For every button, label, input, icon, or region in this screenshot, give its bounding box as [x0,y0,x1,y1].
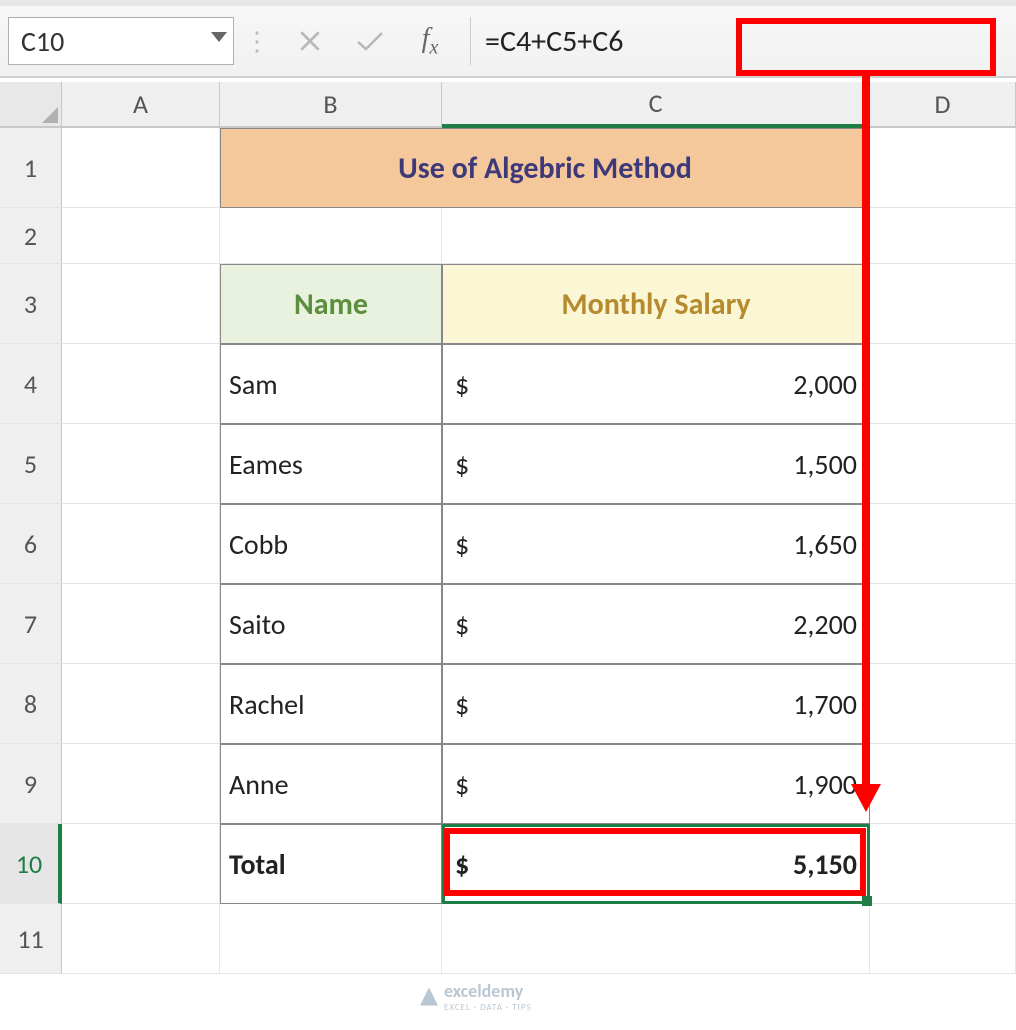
cell-salary-4[interactable]: $1,700 [442,664,870,744]
cell-total-label[interactable]: Total [220,824,442,904]
header-salary[interactable]: Monthly Salary [442,264,870,344]
fx-button[interactable]: fx [400,17,460,65]
arrow-line [862,70,870,786]
select-all-corner[interactable] [0,82,62,126]
row-header-4[interactable]: 4 [0,344,62,424]
cell-D3[interactable] [870,264,1016,344]
cells-area: Use of Algebric Method Name Monthly Sala… [62,128,1016,974]
formula-text: =C4+C5+C6 [485,23,623,60]
currency-symbol: $ [451,367,469,402]
cell-salary-2[interactable]: $1,650 [442,504,870,584]
row-header-5[interactable]: 5 [0,424,62,504]
cell-A5[interactable] [62,424,220,504]
cell-A11[interactable] [62,904,220,974]
cell-name-1[interactable]: Eames [220,424,442,504]
name-box-value: C10 [21,24,64,59]
formula-highlight-box [736,18,996,76]
merged-title-cell[interactable]: Use of Algebric Method [220,128,870,208]
header-name[interactable]: Name [220,264,442,344]
row-header-10[interactable]: 10 [0,824,62,904]
cell-A4[interactable] [62,344,220,424]
salary-value: 1,650 [793,527,861,562]
cancel-button[interactable] [280,17,340,65]
watermark: exceldemy EXCEL · DATA · TIPS [420,980,532,1013]
cell-A2[interactable] [62,208,220,264]
cell-A8[interactable] [62,664,220,744]
total-value: 5,150 [793,847,861,882]
formula-bar-area: C10 ⋮ fx =C4+C5+C6 [0,0,1016,78]
cell-A10[interactable] [62,824,220,904]
cell-D10[interactable] [870,824,1016,904]
cell-name-0[interactable]: Sam [220,344,442,424]
cell-A1[interactable] [62,128,220,208]
cell-A7[interactable] [62,584,220,664]
check-icon [354,28,386,54]
salary-value: 1,500 [793,447,861,482]
cell-D5[interactable] [870,424,1016,504]
row-header-9[interactable]: 9 [0,744,62,824]
cell-A3[interactable] [62,264,220,344]
currency-symbol: $ [451,607,469,642]
currency-symbol: $ [451,447,469,482]
cell-salary-3[interactable]: $2,200 [442,584,870,664]
row-header-8[interactable]: 8 [0,664,62,744]
watermark-icon [420,988,438,1006]
fx-icon: fx [422,23,439,60]
currency-symbol: $ [451,527,469,562]
row-header-7[interactable]: 7 [0,584,62,664]
row-header-2[interactable]: 2 [0,208,62,264]
salary-value: 2,000 [793,367,861,402]
cell-A9[interactable] [62,744,220,824]
row-header-1[interactable]: 1 [0,128,62,208]
salary-value: 2,200 [793,607,861,642]
cell-C2[interactable] [442,208,870,264]
cell-B2[interactable] [220,208,442,264]
x-icon [297,28,323,54]
cell-D11[interactable] [870,904,1016,974]
cell-salary-1[interactable]: $1,500 [442,424,870,504]
row-header-3[interactable]: 3 [0,264,62,344]
col-header-B[interactable]: B [220,82,442,126]
enter-button[interactable] [340,17,400,65]
cell-name-5[interactable]: Anne [220,744,442,824]
cell-D8[interactable] [870,664,1016,744]
cell-D1[interactable] [870,128,1016,208]
cell-D9[interactable] [870,744,1016,824]
watermark-sub: EXCEL · DATA · TIPS [444,1002,532,1013]
cell-D7[interactable] [870,584,1016,664]
dropdown-icon[interactable] [211,32,227,42]
cell-salary-5[interactable]: $1,900 [442,744,870,824]
col-header-C[interactable]: C [442,82,870,128]
cell-total-value[interactable]: $5,150 [442,824,870,904]
cell-D6[interactable] [870,504,1016,584]
currency-symbol: $ [451,687,469,722]
cell-D4[interactable] [870,344,1016,424]
watermark-main: exceldemy [444,980,523,1002]
cell-B11[interactable] [220,904,442,974]
cell-A6[interactable] [62,504,220,584]
row-headers: 1 2 3 4 5 6 7 8 9 10 11 [0,128,62,974]
cell-salary-0[interactable]: $2,000 [442,344,870,424]
row-header-6[interactable]: 6 [0,504,62,584]
col-header-D[interactable]: D [870,82,1016,126]
separator: ⋮ [234,25,280,57]
name-box[interactable]: C10 [8,17,234,65]
cell-name-3[interactable]: Saito [220,584,442,664]
cell-name-2[interactable]: Cobb [220,504,442,584]
salary-value: 1,700 [793,687,861,722]
cell-D2[interactable] [870,208,1016,264]
currency-symbol: $ [451,847,469,882]
row-header-11[interactable]: 11 [0,904,62,974]
cell-name-4[interactable]: Rachel [220,664,442,744]
col-header-A[interactable]: A [62,82,220,126]
cell-C11[interactable] [442,904,870,974]
currency-symbol: $ [451,767,469,802]
arrow-head-icon [851,784,881,812]
